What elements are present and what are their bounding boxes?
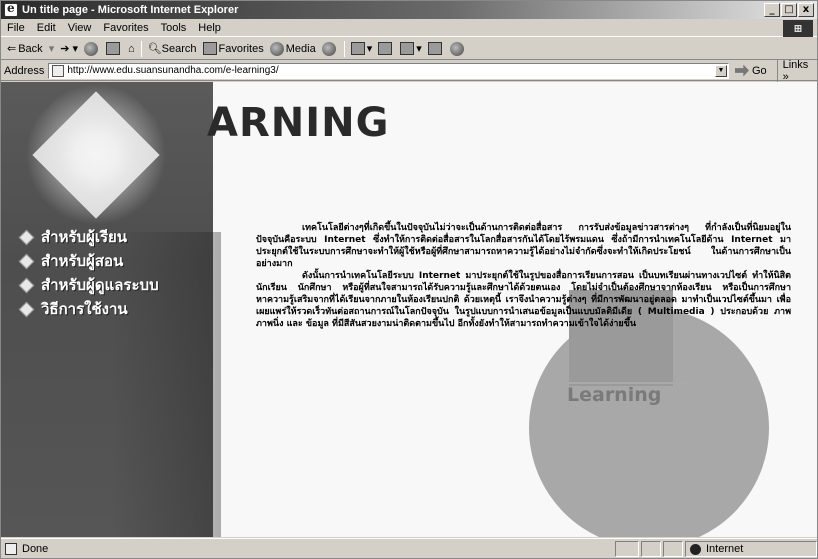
nav-label: สำหรับผู้เรียน [41, 228, 128, 246]
zone-label: Internet [706, 543, 744, 555]
menu-edit[interactable]: Edit [35, 22, 58, 34]
nav-label: สำหรับผู้สอน [41, 252, 124, 270]
diamond-bullet-icon [18, 229, 35, 245]
nav-item-students[interactable]: สำหรับผู้เรียน [18, 226, 159, 248]
standard-toolbar: ⇐ Back ▾ ➔ ▾ ⌂ 🔍︎ Search Favorites Media ▾… [1, 38, 817, 60]
diamond-bullet-icon [18, 301, 35, 317]
status-pane [615, 541, 639, 557]
search-label: Search [161, 42, 197, 55]
address-input[interactable]: http://www.edu.suansunandha.com/e-learni… [48, 62, 729, 79]
back-button[interactable]: ⇐ Back [7, 42, 43, 56]
history-button[interactable] [321, 41, 338, 56]
address-url[interactable]: http://www.edu.suansunandha.com/e-learni… [67, 65, 278, 76]
ie-page-icon [4, 1, 18, 17]
security-zone[interactable]: Internet [685, 541, 817, 557]
paragraph-2: ดังนั้นการนำเทคโนโลยีระบบ Internet มาประ… [256, 271, 791, 329]
refresh-icon [106, 42, 121, 55]
menu-help[interactable]: Help [196, 22, 223, 34]
media-button[interactable]: Media [269, 41, 316, 56]
toolbar-separator [343, 40, 345, 57]
go-arrow-icon [734, 64, 749, 77]
minimize-button[interactable]: _ [764, 3, 780, 17]
forward-button[interactable]: ➔ ▾ [60, 42, 78, 55]
home-icon: ⌂ [128, 42, 135, 55]
title-bar[interactable]: Un title page - Microsoft Internet Explo… [1, 1, 817, 19]
address-bar: Address http://www.edu.suansunandha.com/… [1, 58, 817, 83]
status-bar: Done Internet [1, 538, 817, 558]
print-button[interactable] [378, 42, 394, 55]
learning-graphic-label: Learning [567, 384, 662, 406]
menu-tools[interactable]: Tools [159, 22, 189, 34]
search-button[interactable]: 🔍︎ Search [147, 42, 197, 56]
toolbar-separator [140, 40, 142, 57]
mail-icon [350, 42, 365, 55]
search-icon: 🔍︎ [147, 43, 162, 55]
stop-icon [84, 41, 99, 56]
page-viewport: Learning สำหรับผู้เรียน สำหรับผู้สอน สำห… [1, 82, 817, 537]
nav-item-admins[interactable]: สำหรับผู้ดูแลระบบ [18, 274, 159, 296]
nav-label: สำหรับผู้ดูแลระบบ [41, 276, 159, 294]
browser-window: Un title page - Microsoft Internet Explo… [0, 0, 818, 559]
diamond-bullet-icon [18, 253, 35, 269]
page-icon [52, 64, 65, 77]
intro-text: เทคโนโลยีต่างๆที่เกิดขึ้นในปัจจุบันไม่ว่… [256, 222, 791, 330]
menu-bar: File Edit View Favorites Tools Help ⊞ [1, 20, 817, 37]
mail-button[interactable]: ▾ [350, 42, 372, 55]
status-pane [641, 541, 661, 557]
discuss-button[interactable] [427, 42, 444, 55]
media-label: Media [285, 42, 316, 55]
links-button[interactable]: Links » [776, 58, 817, 83]
nav-item-how-to-use[interactable]: วิธีการใช้งาน [18, 298, 159, 320]
diamond-bullet-icon [18, 277, 35, 293]
menu-file[interactable]: File [5, 22, 27, 34]
page-title: ARNING [207, 100, 390, 146]
status-page-icon [5, 542, 17, 555]
favorites-label: Favorites [218, 42, 264, 55]
close-button[interactable]: x [798, 3, 814, 17]
messenger-button[interactable] [449, 41, 466, 56]
print-icon [378, 42, 393, 55]
go-button[interactable]: Go [734, 64, 767, 77]
history-icon [321, 41, 336, 56]
nav-item-teachers[interactable]: สำหรับผู้สอน [18, 250, 159, 272]
sidebar: สำหรับผู้เรียน สำหรับผู้สอน สำหรับผู้ดูแ… [1, 82, 221, 537]
menu-view[interactable]: View [66, 22, 94, 34]
address-dropdown-icon[interactable]: ▼ [714, 64, 727, 77]
paragraph-1: เทคโนโลยีต่างๆที่เกิดขึ้นในปัจจุบันไม่ว่… [256, 223, 791, 269]
menu-favorites[interactable]: Favorites [101, 22, 150, 34]
window-controls: _ □ x [764, 3, 814, 17]
nav-label: วิธีการใช้งาน [41, 300, 128, 318]
stop-button[interactable] [84, 41, 100, 56]
go-label: Go [751, 64, 767, 77]
favorites-icon [202, 42, 217, 55]
back-label: Back [18, 42, 43, 55]
messenger-icon [449, 41, 464, 56]
favorites-button[interactable]: Favorites [202, 42, 264, 55]
address-label: Address [4, 64, 45, 77]
home-button[interactable]: ⌂ [128, 43, 135, 55]
discuss-icon [427, 42, 442, 55]
back-dropdown-icon[interactable]: ▾ [49, 42, 55, 55]
status-pane [663, 541, 683, 557]
edit-icon [400, 42, 415, 55]
edit-button[interactable]: ▾ [400, 42, 422, 55]
refresh-button[interactable] [106, 42, 122, 55]
sidebar-nav: สำหรับผู้เรียน สำหรับผู้สอน สำหรับผู้ดูแ… [18, 226, 159, 322]
status-panes: Internet [613, 541, 817, 557]
internet-globe-icon [690, 543, 701, 555]
media-icon [269, 41, 284, 56]
windows-logo-icon: ⊞ [783, 20, 813, 37]
status-text: Done [22, 542, 49, 555]
window-title: Un title page - Microsoft Internet Explo… [22, 4, 239, 16]
maximize-button[interactable]: □ [781, 3, 797, 17]
back-arrow-icon: ⇐ [7, 43, 17, 55]
